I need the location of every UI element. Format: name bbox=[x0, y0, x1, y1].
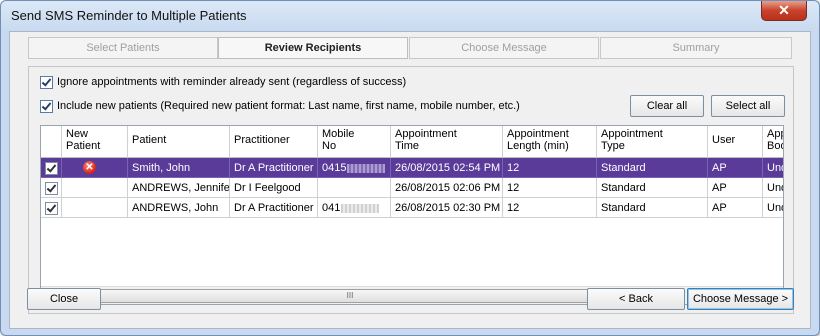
user-cell: AP bbox=[708, 178, 763, 198]
col-appt-length-line1: Appointment bbox=[507, 128, 569, 140]
sms-reminder-window: Send SMS Reminder to Multiple Patients ✕… bbox=[0, 0, 820, 336]
user-cell: AP bbox=[708, 198, 763, 218]
row-checkbox[interactable] bbox=[45, 202, 58, 215]
appt-length-cell: 12 bbox=[503, 178, 597, 198]
table-row[interactable]: ✕ Smith, John Dr A Practitioner 0415 26/… bbox=[41, 158, 783, 178]
col-appt-type-line2: Type bbox=[601, 140, 625, 152]
col-user[interactable]: User bbox=[708, 126, 763, 158]
col-appt-type-line1: Appointment bbox=[601, 128, 663, 140]
ignore-sent-option[interactable]: Ignore appointments with reminder alread… bbox=[40, 74, 406, 90]
col-mobile[interactable]: Mobile No bbox=[318, 126, 391, 158]
wizard-steps: Select Patients Review Recipients Choose… bbox=[28, 37, 793, 59]
appt-length-cell: 12 bbox=[503, 198, 597, 218]
row-checkbox[interactable] bbox=[45, 182, 58, 195]
patient-cell: ANDREWS, Jennifer bbox=[128, 178, 230, 198]
col-practitioner[interactable]: Practitioner bbox=[230, 126, 318, 158]
col-appt-time[interactable]: Appointment Time bbox=[391, 126, 503, 158]
col-new-patient-line1: New bbox=[66, 128, 89, 140]
appt-type-cell: Standard bbox=[597, 158, 708, 178]
step-review-recipients: Review Recipients bbox=[218, 37, 408, 59]
col-appt-length-line2: Length (min) bbox=[507, 140, 569, 152]
error-icon: ✕ bbox=[83, 161, 96, 174]
patient-cell: ANDREWS, John bbox=[128, 198, 230, 218]
table-row[interactable]: ANDREWS, Jennifer Dr I Feelgood 26/08/20… bbox=[41, 178, 783, 198]
appt-type-cell: Standard bbox=[597, 198, 708, 218]
ignore-sent-checkbox[interactable] bbox=[40, 75, 53, 89]
col-mobile-line2: No bbox=[322, 140, 337, 152]
redacted-mobile bbox=[347, 163, 386, 173]
practitioner-cell: Dr A Practitioner bbox=[230, 198, 318, 218]
step-select-patients: Select Patients bbox=[28, 37, 218, 59]
scroll-thumb[interactable]: III bbox=[61, 289, 639, 303]
review-recipients-panel: Ignore appointments with reminder alread… bbox=[28, 66, 794, 314]
col-appt-length[interactable]: Appointment Length (min) bbox=[503, 126, 597, 158]
booked-cell: Und bbox=[763, 198, 783, 218]
col-patient[interactable]: Patient bbox=[128, 126, 230, 158]
mobile-cell bbox=[318, 178, 391, 198]
step-summary: Summary bbox=[600, 37, 792, 59]
col-appt-booked-line2: Boo bbox=[767, 140, 783, 152]
booked-cell: Und bbox=[763, 178, 783, 198]
booked-cell: Und bbox=[763, 158, 783, 178]
row-select-cell[interactable] bbox=[41, 198, 62, 218]
col-mobile-line1: Mobile bbox=[322, 128, 355, 140]
practitioner-cell: Dr I Feelgood bbox=[230, 178, 318, 198]
clear-all-button[interactable]: Clear all bbox=[630, 95, 704, 117]
table-row[interactable]: ANDREWS, John Dr A Practitioner 041 26/0… bbox=[41, 198, 783, 218]
back-button[interactable]: < Back bbox=[587, 288, 685, 310]
dialog-client-area: Select Patients Review Recipients Choose… bbox=[9, 31, 811, 329]
patient-cell: Smith, John bbox=[128, 158, 230, 178]
appt-type-cell: Standard bbox=[597, 178, 708, 198]
step-choose-message: Choose Message bbox=[409, 37, 599, 59]
mobile-cell: 041 bbox=[318, 198, 391, 218]
mobile-visible-digits: 041 bbox=[322, 202, 341, 214]
col-appt-type[interactable]: Appointment Type bbox=[597, 126, 708, 158]
col-appt-time-line2: Time bbox=[395, 140, 420, 152]
title-bar: Send SMS Reminder to Multiple Patients ✕ bbox=[1, 1, 819, 31]
close-button[interactable]: Close bbox=[27, 288, 101, 310]
row-select-cell[interactable] bbox=[41, 158, 62, 178]
col-new-patient-line2: Patient bbox=[66, 140, 101, 152]
appt-time-cell: 26/08/2015 02:54 PM bbox=[391, 158, 503, 178]
practitioner-cell: Dr A Practitioner bbox=[230, 158, 318, 178]
include-new-option[interactable]: Include new patients (Required new patie… bbox=[40, 98, 520, 114]
ignore-sent-label: Ignore appointments with reminder alread… bbox=[57, 76, 407, 88]
col-appt-booked-line1: App bbox=[767, 128, 783, 140]
choose-message-button[interactable]: Choose Message > bbox=[687, 288, 794, 310]
include-new-checkbox[interactable] bbox=[40, 99, 53, 113]
select-all-button[interactable]: Select all bbox=[711, 95, 785, 117]
include-new-label: Include new patients (Required new patie… bbox=[57, 100, 520, 112]
new-patient-cell: ✕ bbox=[62, 158, 128, 178]
grid-header: New Patient Patient Practitioner Mobile No… bbox=[41, 126, 783, 158]
user-cell: AP bbox=[708, 158, 763, 178]
redacted-mobile bbox=[341, 203, 380, 213]
col-appt-booked[interactable]: AppBoo bbox=[763, 126, 783, 158]
col-new-patient[interactable]: New Patient bbox=[62, 126, 128, 158]
new-patient-cell bbox=[62, 178, 128, 198]
col-select-header[interactable] bbox=[41, 126, 62, 158]
col-appt-time-line1: Appointment bbox=[395, 128, 457, 140]
appt-time-cell: 26/08/2015 02:06 PM bbox=[391, 178, 503, 198]
mobile-visible-digits: 0415 bbox=[322, 162, 347, 174]
row-checkbox[interactable] bbox=[45, 162, 58, 175]
row-select-cell[interactable] bbox=[41, 178, 62, 198]
window-title: Send SMS Reminder to Multiple Patients bbox=[11, 8, 247, 23]
recipients-grid: New Patient Patient Practitioner Mobile No… bbox=[40, 125, 784, 305]
window-close-button[interactable]: ✕ bbox=[761, 1, 807, 21]
appt-time-cell: 26/08/2015 02:30 PM bbox=[391, 198, 503, 218]
new-patient-cell bbox=[62, 198, 128, 218]
appt-length-cell: 12 bbox=[503, 158, 597, 178]
mobile-cell: 0415 bbox=[318, 158, 391, 178]
